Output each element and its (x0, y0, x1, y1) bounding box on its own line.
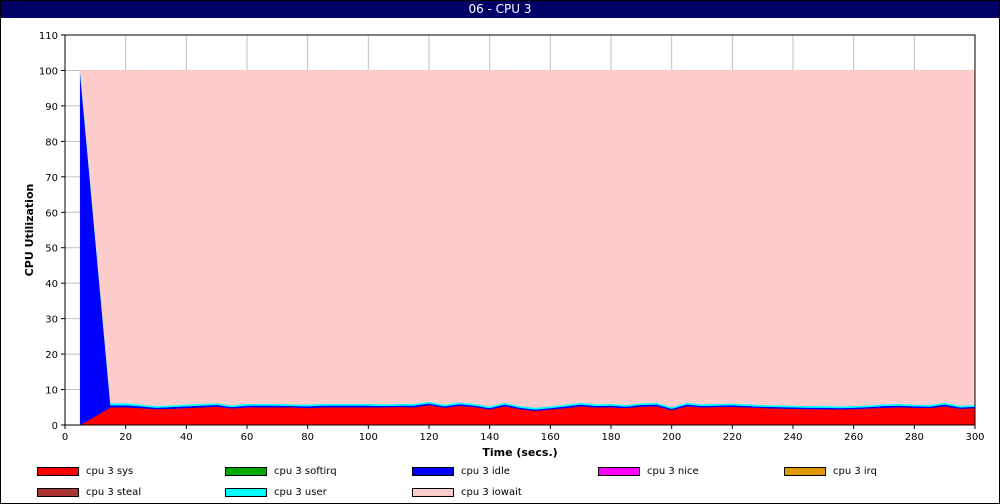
y-tick-label: 0 (52, 421, 58, 432)
y-tick-label: 20 (45, 350, 58, 361)
legend-label: cpu 3 user (274, 487, 327, 498)
x-tick-label: 220 (723, 432, 742, 443)
x-tick-label: 240 (783, 432, 802, 443)
x-tick-label: 300 (965, 432, 984, 443)
x-tick-label: 40 (180, 432, 193, 443)
legend-label: cpu 3 iowait (461, 487, 522, 498)
x-tick-label: 200 (662, 432, 681, 443)
series-area-cpu-3-iowait (79, 70, 976, 408)
y-tick-label: 70 (45, 173, 58, 184)
legend-label: cpu 3 irq (833, 466, 877, 477)
x-tick-label: 180 (601, 432, 620, 443)
x-tick-label: 100 (359, 432, 378, 443)
x-tick-label: 0 (62, 432, 68, 443)
x-tick-label: 140 (480, 432, 499, 443)
x-tick-label: 160 (541, 432, 560, 443)
y-tick-label: 100 (39, 66, 58, 77)
legend-label: cpu 3 nice (647, 466, 699, 477)
y-tick-label: 30 (45, 315, 58, 326)
legend-swatch (412, 467, 454, 476)
legend-swatch (598, 467, 640, 476)
x-tick-label: 60 (241, 432, 254, 443)
y-tick-label: 10 (45, 386, 58, 397)
y-tick-label: 110 (39, 31, 58, 42)
legend-swatch (225, 488, 267, 497)
x-tick-label: 80 (301, 432, 314, 443)
legend-swatch (412, 488, 454, 497)
legend-swatch (225, 467, 267, 476)
y-tick-label: 90 (45, 102, 58, 113)
x-axis-label: Time (secs.) (482, 446, 557, 459)
x-tick-label: 260 (844, 432, 863, 443)
x-tick-label: 120 (419, 432, 438, 443)
x-tick-label: 280 (905, 432, 924, 443)
legend-label: cpu 3 sys (86, 466, 134, 477)
legend-swatch (784, 467, 826, 476)
y-tick-label: 80 (45, 137, 58, 148)
y-tick-label: 50 (45, 244, 58, 255)
legend-swatch (37, 467, 79, 476)
y-axis-label: CPU Utilization (23, 184, 36, 277)
legend-label: cpu 3 steal (86, 487, 142, 498)
y-tick-label: 40 (45, 279, 58, 290)
x-tick-label: 20 (119, 432, 132, 443)
y-tick-label: 60 (45, 208, 58, 219)
legend: cpu 3 sys cpu 3 softirq cpu 3 idle cpu 3 ni… (0, 463, 998, 501)
legend-label: cpu 3 idle (461, 466, 510, 477)
legend-swatch (37, 488, 79, 497)
cpu-chart: 0 20 40 60 80 100 120 140 160 180 200 220 240 260 280 3… (23, 31, 985, 459)
legend-label: cpu 3 softirq (274, 466, 337, 477)
